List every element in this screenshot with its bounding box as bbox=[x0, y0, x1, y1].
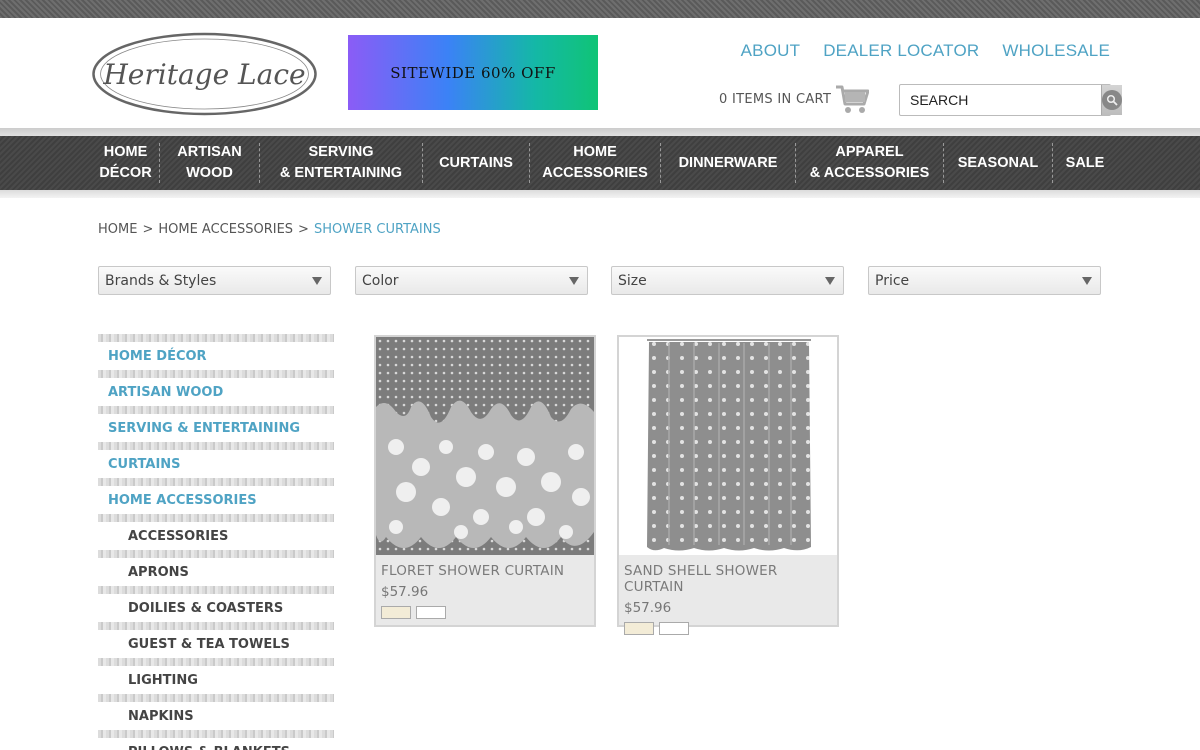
breadcrumb-current: SHOWER CURTAINS bbox=[313, 222, 441, 237]
product-image-sand-shell[interactable] bbox=[619, 337, 837, 555]
sidebar-divider bbox=[98, 694, 334, 702]
sidebar-divider bbox=[98, 514, 334, 522]
sidebar-divider bbox=[98, 730, 334, 738]
sidebar-item-home-accessories[interactable]: HOME ACCESSORIES bbox=[98, 486, 334, 514]
nav-apparel-accessories[interactable]: APPAREL & ACCESSORIES bbox=[796, 136, 943, 190]
product-name[interactable]: SAND SHELL SHOWER CURTAIN bbox=[624, 563, 837, 595]
brands-styles-filter[interactable]: Brands & Styles bbox=[98, 266, 331, 295]
top-texture-strip bbox=[0, 0, 1200, 18]
sidebar-divider bbox=[98, 406, 334, 414]
top-links: ABOUT DEALER LOCATOR WHOLESALE bbox=[741, 41, 1110, 61]
cart-count-text: 0 ITEMS IN CART bbox=[719, 91, 832, 107]
product-name[interactable]: FLORET SHOWER CURTAIN bbox=[381, 563, 594, 579]
sidebar-item-home-decor[interactable]: HOME DÉCOR bbox=[98, 342, 334, 370]
sidebar-item-doilies-coasters[interactable]: DOILIES & COASTERS bbox=[98, 594, 334, 622]
dropdown-arrow-icon bbox=[825, 276, 835, 285]
main-nav: HOME DÉCOR ARTISAN WOOD SERVING & ENTERT… bbox=[92, 136, 1117, 190]
dropdown-arrow-icon bbox=[569, 276, 579, 285]
size-filter[interactable]: Size bbox=[611, 266, 844, 295]
color-swatches bbox=[381, 606, 594, 619]
cart-link[interactable]: 0 ITEMS IN CART bbox=[719, 84, 870, 114]
breadcrumb-home-accessories[interactable]: HOME ACCESSORIES bbox=[158, 222, 293, 237]
sidebar-item-serving-entertaining[interactable]: SERVING & ENTERTAINING bbox=[98, 414, 334, 442]
sidebar-divider bbox=[98, 334, 334, 342]
dealer-locator-link[interactable]: DEALER LOCATOR bbox=[823, 41, 979, 61]
dropdown-arrow-icon bbox=[312, 276, 322, 285]
banner-text: SITEWIDE 60% OFF bbox=[390, 63, 556, 82]
nav-serving-entertaining[interactable]: SERVING & ENTERTAINING bbox=[260, 136, 422, 190]
sitewide-sale-banner[interactable]: SITEWIDE 60% OFF bbox=[348, 35, 598, 110]
shopping-cart-icon bbox=[836, 85, 870, 113]
product-price: $57.96 bbox=[381, 584, 429, 600]
svg-text:Heritage Lace: Heritage Lace bbox=[102, 58, 305, 91]
filter-label: Price bbox=[875, 272, 910, 289]
search-icon bbox=[1102, 90, 1122, 110]
sidebar-item-artisan-wood[interactable]: ARTISAN WOOD bbox=[98, 378, 334, 406]
category-sidebar: HOME DÉCOR ARTISAN WOOD SERVING & ENTERT… bbox=[98, 334, 334, 750]
sidebar-divider bbox=[98, 586, 334, 594]
nav-top-edge bbox=[0, 128, 1200, 136]
product-card[interactable]: FLORET SHOWER CURTAIN $57.96 bbox=[374, 335, 596, 627]
swatch-ecru[interactable] bbox=[381, 606, 411, 619]
nav-sale[interactable]: SALE bbox=[1053, 136, 1117, 190]
filter-label: Color bbox=[362, 272, 399, 289]
sidebar-divider bbox=[98, 442, 334, 450]
sidebar-item-accessories[interactable]: ACCESSORIES bbox=[98, 522, 334, 550]
sidebar-item-curtains[interactable]: CURTAINS bbox=[98, 450, 334, 478]
sidebar-divider bbox=[98, 370, 334, 378]
sidebar-item-napkins[interactable]: NAPKINS bbox=[98, 702, 334, 730]
nav-home-decor[interactable]: HOME DÉCOR bbox=[92, 136, 159, 190]
sidebar-divider bbox=[98, 622, 334, 630]
nav-bottom-edge bbox=[0, 190, 1200, 198]
breadcrumb-separator: > bbox=[142, 222, 154, 237]
color-filter[interactable]: Color bbox=[355, 266, 588, 295]
swatch-ecru[interactable] bbox=[624, 622, 654, 635]
nav-artisan-wood[interactable]: ARTISAN WOOD bbox=[160, 136, 259, 190]
sidebar-item-lighting[interactable]: LIGHTING bbox=[98, 666, 334, 694]
product-price: $57.96 bbox=[624, 600, 672, 616]
sidebar-item-pillows-blankets[interactable]: PILLOWS & BLANKETS bbox=[98, 738, 334, 750]
heritage-lace-logo[interactable]: Heritage Lace bbox=[91, 32, 318, 116]
color-swatches bbox=[624, 622, 837, 635]
search-box bbox=[899, 84, 1122, 116]
filter-label: Brands & Styles bbox=[105, 272, 217, 289]
price-filter[interactable]: Price bbox=[868, 266, 1101, 295]
dropdown-arrow-icon bbox=[1082, 276, 1092, 285]
breadcrumb: HOME > HOME ACCESSORIES > SHOWER CURTAIN… bbox=[98, 222, 441, 237]
product-image-floret[interactable] bbox=[376, 337, 594, 555]
filter-label: Size bbox=[618, 272, 647, 289]
sidebar-divider bbox=[98, 658, 334, 666]
swatch-white[interactable] bbox=[659, 622, 689, 635]
breadcrumb-separator: > bbox=[298, 222, 309, 237]
sidebar-divider bbox=[98, 550, 334, 558]
product-card[interactable]: SAND SHELL SHOWER CURTAIN $57.96 bbox=[617, 335, 839, 635]
about-link[interactable]: ABOUT bbox=[741, 41, 801, 61]
search-button[interactable] bbox=[1101, 85, 1122, 115]
search-input[interactable] bbox=[900, 85, 1101, 115]
wholesale-link[interactable]: WHOLESALE bbox=[1002, 41, 1110, 61]
sidebar-divider bbox=[98, 478, 334, 486]
nav-curtains[interactable]: CURTAINS bbox=[423, 136, 529, 190]
swatch-white[interactable] bbox=[416, 606, 446, 619]
nav-home-accessories[interactable]: HOME ACCESSORIES bbox=[530, 136, 660, 190]
breadcrumb-home[interactable]: HOME bbox=[98, 222, 137, 237]
sidebar-item-guest-tea-towels[interactable]: GUEST & TEA TOWELS bbox=[98, 630, 334, 658]
nav-dinnerware[interactable]: DINNERWARE bbox=[661, 136, 795, 190]
nav-seasonal[interactable]: SEASONAL bbox=[944, 136, 1052, 190]
sidebar-item-aprons[interactable]: APRONS bbox=[98, 558, 334, 586]
